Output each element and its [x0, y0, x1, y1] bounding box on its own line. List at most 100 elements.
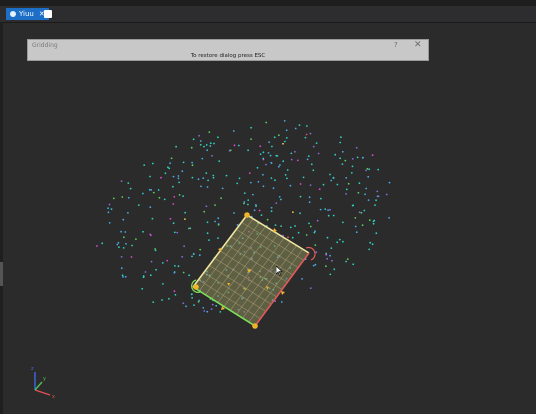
cloud-point: [338, 238, 341, 241]
cloud-point: [108, 222, 111, 224]
grid-plane[interactable]: [191, 212, 316, 329]
axis-x-label: x: [52, 394, 55, 400]
cloud-point: [270, 162, 273, 165]
cloud-point: [280, 225, 282, 228]
cloud-point: [232, 130, 235, 132]
tab-view[interactable]: Yiuu ✕: [6, 8, 49, 20]
cloud-point: [330, 179, 333, 182]
cloud-point: [358, 211, 361, 214]
cloud-point: [362, 156, 364, 159]
cloud-point: [265, 163, 267, 166]
cloud-point: [199, 143, 202, 146]
cloud-point: [192, 253, 195, 256]
cloud-point: [206, 221, 209, 224]
cloud-point: [279, 164, 281, 166]
cloud-point: [211, 154, 213, 157]
cloud-point: [345, 177, 348, 179]
cloud-point: [367, 175, 370, 178]
cloud-point: [345, 188, 348, 191]
cloud-point: [274, 179, 276, 182]
cloud-point: [203, 310, 206, 312]
cloud-point: [294, 225, 296, 227]
cloud-point: [262, 173, 264, 176]
cloud-point: [208, 131, 211, 133]
cloud-point: [117, 241, 120, 244]
cloud-point: [141, 287, 144, 290]
cloud-point: [364, 193, 366, 196]
cloud-point: [284, 140, 286, 143]
corner-handle[interactable]: [244, 212, 250, 218]
cloud-point: [259, 153, 262, 156]
cloud-point: [369, 241, 372, 244]
cloud-point: [259, 145, 262, 147]
cloud-point: [206, 232, 209, 235]
cloud-point: [127, 196, 130, 199]
cloud-point: [238, 177, 241, 180]
cloud-point: [315, 142, 318, 144]
cloud-point: [365, 187, 368, 190]
cloud-point: [280, 198, 282, 201]
cloud-point: [127, 182, 130, 185]
cloud-point: [175, 145, 178, 148]
cloud-point: [190, 146, 193, 149]
cloud-point: [218, 160, 221, 163]
cloud-point: [122, 218, 125, 221]
cloud-point: [177, 177, 180, 180]
cloud-point: [329, 273, 332, 276]
cloud-point: [258, 209, 261, 212]
cloud-point: [289, 184, 292, 187]
cloud-point: [282, 160, 285, 163]
cloud-point: [339, 141, 342, 144]
cloud-point: [252, 193, 254, 196]
cloud-point: [161, 299, 163, 301]
cloud-point: [275, 202, 278, 205]
cloud-point: [143, 164, 146, 167]
cloud-point: [309, 184, 312, 187]
cloud-point: [341, 163, 344, 166]
cloud-point: [385, 193, 388, 196]
new-document-icon[interactable]: [44, 10, 52, 18]
cloud-point: [237, 144, 240, 147]
cloud-point: [172, 222, 175, 225]
cloud-point: [260, 214, 263, 217]
cloud-point: [150, 260, 153, 263]
cloud-point: [325, 265, 327, 268]
cloud-point: [112, 197, 115, 200]
cloud-point: [176, 231, 179, 234]
cloud-point: [101, 242, 104, 245]
cloud-point: [352, 263, 355, 266]
cloud-point: [206, 310, 209, 313]
cloud-point: [358, 182, 361, 185]
resize-handle[interactable]: [281, 291, 285, 295]
cloud-point: [354, 217, 357, 219]
cloud-point: [277, 134, 280, 137]
cloud-point: [172, 185, 174, 188]
cloud-point: [346, 258, 349, 260]
corner-handle[interactable]: [252, 323, 258, 329]
resize-handle[interactable]: [273, 228, 277, 232]
cloud-point: [199, 140, 202, 142]
cloud-point: [151, 162, 154, 165]
cloud-point: [340, 136, 342, 139]
cloud-point: [151, 217, 154, 220]
cloud-point: [164, 172, 167, 175]
cloud-point: [255, 205, 257, 208]
cloud-point: [375, 199, 377, 202]
cloud-point: [371, 154, 374, 157]
cloud-point: [120, 180, 123, 183]
cloud-point: [219, 311, 222, 313]
cloud-point: [330, 247, 333, 250]
corner-handle[interactable]: [193, 284, 199, 290]
cloud-point: [250, 138, 253, 140]
cloud-point: [178, 194, 181, 196]
cloud-point: [278, 196, 281, 198]
cloud-point: [325, 252, 328, 255]
cloud-point: [334, 153, 337, 156]
cloud-point: [289, 226, 292, 229]
cloud-point: [137, 204, 140, 207]
cloud-point: [120, 256, 123, 258]
cloud-point: [306, 125, 308, 127]
cloud-point: [212, 176, 215, 179]
3d-viewport[interactable]: x y z: [0, 22, 536, 414]
axis-x: [34, 389, 51, 396]
